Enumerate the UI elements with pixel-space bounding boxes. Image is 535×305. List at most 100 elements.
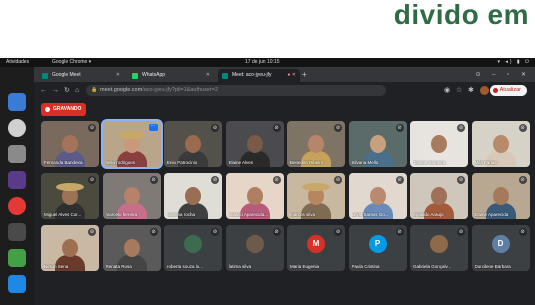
chrome-window: Google Meet ✕ WhatsApp ✕ Meet: aco-jyeu-… bbox=[34, 67, 535, 305]
mic-muted-icon: ⊘ bbox=[88, 228, 96, 236]
desktop-screen: Atividades Google Chrome ▾ 17 de jun 10:… bbox=[0, 58, 535, 305]
chrome-icon[interactable] bbox=[8, 197, 26, 215]
participant-tile[interactable]: ⊘ Elaine Alves bbox=[225, 121, 284, 167]
meet-favicon-icon bbox=[222, 73, 228, 79]
camera-indicator-icon[interactable]: ◉ bbox=[444, 86, 450, 95]
close-tab-icon[interactable]: ✕ bbox=[206, 69, 210, 82]
participant-tile[interactable]: ⊘ roberta souza lo... bbox=[164, 225, 222, 271]
participant-tile[interactable]: ⊘ Benedita Ribeiro bbox=[287, 121, 345, 167]
participant-tile[interactable]: P ⊘ Paula Cristina bbox=[348, 225, 407, 271]
participant-face bbox=[369, 135, 386, 153]
participant-avatar bbox=[184, 235, 202, 253]
extensions-icon[interactable]: ✱ bbox=[468, 86, 474, 95]
participant-tile[interactable]: ⊘ Valdeci Aparecida... bbox=[225, 173, 284, 219]
terminal-icon[interactable] bbox=[8, 223, 26, 241]
text-editor-icon[interactable] bbox=[8, 145, 26, 163]
participant-tile[interactable]: ⊘ Elaine Aparecida bbox=[471, 173, 530, 219]
mic-muted-icon: ⊘ bbox=[88, 176, 96, 184]
mic-muted-icon: ⊘ bbox=[272, 176, 281, 184]
system-tray-icons[interactable]: ▾ ◂) ▮ ⏻ bbox=[497, 58, 531, 67]
participant-name: Elaine Alves bbox=[228, 160, 254, 165]
participant-name: roberta souza lo... bbox=[167, 264, 204, 269]
mic-muted-icon: ⊘ bbox=[334, 228, 342, 236]
participant-tile[interactable]: ⊘ josefina rocha bbox=[164, 173, 222, 219]
participant-tile[interactable]: ⊘ Agnaldo Araujo bbox=[410, 173, 468, 219]
close-tab-icon[interactable]: ✕ bbox=[116, 69, 120, 82]
profile-avatar[interactable] bbox=[480, 86, 489, 95]
app-icon[interactable] bbox=[8, 171, 26, 189]
page-headline: divido em bbox=[393, 0, 529, 30]
participant-tile[interactable]: ⊘ Renata Rosa bbox=[102, 225, 161, 271]
participant-face bbox=[62, 239, 78, 257]
participant-tile[interactable]: ⊘ Enio Patrocinio bbox=[164, 121, 222, 167]
meet-favicon-icon bbox=[42, 73, 48, 79]
participant-tile[interactable]: ⊘ Nilson Sena bbox=[41, 225, 99, 271]
new-tab-button[interactable]: + bbox=[302, 69, 307, 81]
participant-name: marcelo ferreira bbox=[105, 212, 138, 217]
mic-muted-icon: ⊘ bbox=[457, 124, 465, 132]
mic-muted-icon: ⊘ bbox=[457, 228, 465, 236]
participant-face bbox=[123, 239, 140, 257]
participant-name: Paula Cristina bbox=[351, 264, 380, 269]
participant-tile[interactable]: ⊘ marcelo ferreira bbox=[102, 173, 161, 219]
url-path: /aco-jyeu-jfy?pli=1&authuser=2 bbox=[142, 87, 219, 93]
participant-tile[interactable]: ⊘ Mila Farias bbox=[471, 121, 530, 167]
recording-badge: GRAVANDO bbox=[41, 103, 87, 116]
mic-muted-icon: ⊘ bbox=[88, 124, 96, 132]
participant-name: Valdeci Aparecida... bbox=[228, 212, 268, 217]
participant-face bbox=[492, 187, 509, 205]
participant-face bbox=[369, 187, 386, 205]
home-icon[interactable]: ⌂ bbox=[75, 86, 79, 95]
mic-muted-icon: ⊘ bbox=[334, 124, 342, 132]
participant-face bbox=[62, 135, 78, 153]
reload-icon[interactable]: ↻ bbox=[64, 86, 70, 95]
mic-muted-icon: ⊘ bbox=[334, 176, 342, 184]
back-icon[interactable]: ← bbox=[40, 86, 47, 95]
files-icon[interactable] bbox=[8, 93, 26, 111]
participant-name: Gabriela Gonçalv... bbox=[413, 264, 452, 269]
update-dot-icon bbox=[492, 88, 498, 93]
participant-face bbox=[246, 187, 263, 205]
search-app-icon[interactable] bbox=[8, 119, 26, 137]
close-tab-icon[interactable]: ● ✕ bbox=[287, 69, 296, 82]
mic-muted-icon: ⊘ bbox=[272, 124, 281, 132]
participant-tile[interactable]: ⊘ Gabriela Gonçalv... bbox=[410, 225, 468, 271]
participant-tile[interactable]: ⊘ Miguel Alves Cor... bbox=[41, 173, 99, 219]
toolbar: ← → ↻ ⌂ 🔒 meet.google.com/aco-jyeu-jfy?p… bbox=[34, 82, 535, 100]
participant-tile[interactable]: D ⊘ Durcilene Barbara bbox=[471, 225, 530, 271]
participant-name: Fernanda Bandeira bbox=[44, 160, 83, 165]
address-bar[interactable]: 🔒 meet.google.com/aco-jyeu-jfy?pli=1&aut… bbox=[86, 85, 386, 96]
participant-tile[interactable]: ⊘ marcos silva bbox=[287, 173, 345, 219]
participant-avatar: P bbox=[368, 235, 387, 253]
app-menu[interactable]: Google Chrome ▾ bbox=[52, 58, 91, 67]
window-controls[interactable]: ⊙ – ▫ ✕ bbox=[475, 69, 531, 81]
participant-face bbox=[431, 187, 447, 205]
tab-google-meet[interactable]: Google Meet ✕ bbox=[38, 69, 124, 82]
update-button[interactable]: Atualizar bbox=[489, 85, 527, 96]
star-icon[interactable]: ☆ bbox=[456, 86, 462, 95]
participant-tile[interactable]: ⊘ Leyla Santos Go... bbox=[348, 173, 407, 219]
clock[interactable]: 17 de jun 10:15 bbox=[245, 58, 279, 67]
forward-icon[interactable]: → bbox=[52, 86, 59, 95]
participant-tile[interactable]: ⊘ Tatiane Siqueira bbox=[410, 121, 468, 167]
app-icon-green[interactable] bbox=[8, 249, 26, 267]
participant-avatar: M bbox=[307, 235, 325, 253]
tab-whatsapp[interactable]: WhatsApp ✕ bbox=[128, 69, 214, 82]
participant-tile[interactable]: ⊘ Fernanda Bandeira bbox=[41, 121, 99, 167]
activities-button[interactable]: Atividades bbox=[6, 58, 29, 67]
mic-muted-icon: ⊘ bbox=[457, 176, 465, 184]
participant-tile[interactable]: ··· helio rodrigues bbox=[102, 121, 161, 167]
participant-name: Tatiane Siqueira bbox=[413, 160, 446, 165]
participant-name: fatima silva bbox=[228, 264, 252, 269]
dock bbox=[0, 67, 35, 305]
meet-call-area: GRAVANDO ⊘ Fernanda Bandeira ··· helio rodr… bbox=[34, 99, 535, 305]
mic-muted-icon: ⊘ bbox=[518, 124, 527, 132]
participant-name: Benedita Ribeiro bbox=[290, 160, 324, 165]
app-icon-blue[interactable] bbox=[8, 275, 26, 293]
tab-meet-call[interactable]: Meet: aco-jyeu-jfy ● ✕ bbox=[218, 69, 300, 82]
participant-tile[interactable]: M ⊘ Maria Eugenia bbox=[287, 225, 345, 271]
mic-muted-icon: ⊘ bbox=[395, 176, 404, 184]
more-options-icon[interactable]: ··· bbox=[148, 124, 158, 131]
participant-tile[interactable]: ⊘ fatima silva bbox=[225, 225, 284, 271]
participant-tile[interactable]: ⊘ Silvana Mello bbox=[348, 121, 407, 167]
